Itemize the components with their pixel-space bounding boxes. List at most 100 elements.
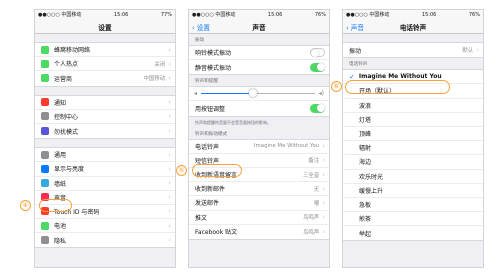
row-value: 嗖 <box>313 200 320 207</box>
settings-group-network: 蜂窝移动网络 › 个人热点 关闭 › 运营商 中国移动 › <box>35 42 175 87</box>
chevron-right-icon: › <box>168 98 171 107</box>
battery-text: 77% <box>160 11 172 18</box>
chevron-right-icon: › <box>168 236 171 245</box>
page-title: 电话铃声 <box>399 24 427 32</box>
ringtone-row-1[interactable]: 波浪 <box>343 99 483 113</box>
tone-row-5[interactable]: 推文 鸟鸣声 › <box>189 211 329 225</box>
ringtone-row-9[interactable]: 煎茶 <box>343 212 483 227</box>
ringtone-row-10[interactable]: 举起 <box>343 226 483 240</box>
status-bar: ●●○○○ 中国移动 15:06 76% <box>343 10 483 19</box>
speaker-high-icon: ◂) <box>318 90 324 98</box>
tones-group: 电话铃声 Imagine Me Without You › 短信铃声 备注 › 收到新语音留… <box>189 138 329 240</box>
row-label: 通知 <box>54 99 67 107</box>
chevron-right-icon: › <box>168 59 171 68</box>
row-label: 急板 <box>359 201 372 209</box>
carrier-text: ●●○○○ 中国移动 <box>38 12 82 18</box>
row-label: 推文 <box>195 214 208 222</box>
tone-row-3[interactable]: 收到新邮件 无 › <box>189 182 329 197</box>
settings-item-control-center[interactable]: 控制中心 › <box>35 110 175 124</box>
settings-item-carrier[interactable]: 运营商 中国移动 › <box>35 71 175 85</box>
chevron-right-icon: › <box>322 213 325 222</box>
row-label: 运营商 <box>54 75 73 83</box>
settings-item-wallpaper[interactable]: 墙纸 › <box>35 177 175 191</box>
settings-item-cellular[interactable]: 蜂窝移动网络 › <box>35 43 175 58</box>
tone-row-0[interactable]: 电话铃声 Imagine Me Without You › <box>189 140 329 154</box>
row-label: 顶峰 <box>359 131 372 139</box>
row-label: 通用 <box>54 152 67 160</box>
chevron-right-icon: › <box>168 112 171 121</box>
ringtone-row-5[interactable]: 海边 <box>343 155 483 170</box>
settings-item-hotspot[interactable]: 个人热点 关闭 › <box>35 57 175 72</box>
clock-text: 15:06 <box>421 11 437 18</box>
general-icon <box>41 150 49 159</box>
row-value: 鸟鸣声 <box>303 215 320 222</box>
chevron-right-icon: › <box>322 227 325 236</box>
settings-item-general[interactable]: 通用 › <box>35 148 175 163</box>
section-header-vibrate: 振动 <box>195 38 205 43</box>
row-value: 三全音 <box>303 172 320 179</box>
vibration-row[interactable]: 振动 默认 › <box>343 43 483 57</box>
step-5-badge: ⑤ <box>176 165 187 176</box>
row-label: 收到新邮件 <box>195 186 226 194</box>
chevron-right-icon: › <box>322 198 325 207</box>
volume-knob[interactable] <box>248 89 257 98</box>
row-label: 欢乐时光 <box>359 173 384 181</box>
ringtone-screen: ●●○○○ 中国移动 15:06 76% ‹ 声音 电话铃声 振动 默认 › 电… <box>342 9 484 268</box>
step-6-badge: ⑥ <box>331 81 342 92</box>
volume-slider[interactable]: ◂ ◂) <box>189 87 329 102</box>
row-label: 静音模式振动 <box>195 64 232 72</box>
settings-item-privacy[interactable]: 隐私 › <box>35 233 175 247</box>
carrier-text: ●●○○○ 中国移动 <box>346 12 390 18</box>
row-value: 鸟鸣声 <box>303 229 320 236</box>
settings-item-display[interactable]: 显示与亮度 › <box>35 162 175 177</box>
tone-row-4[interactable]: 发送邮件 嗖 › <box>189 196 329 211</box>
row-label: 电池 <box>54 223 67 231</box>
chevron-right-icon: › <box>168 164 171 173</box>
clock-text: 15:06 <box>113 11 129 18</box>
ringtone-row-7[interactable]: 缓慢上升 <box>343 184 483 198</box>
settings-screen: ●●○○○ 中国移动 15:06 77% 设置 蜂窝移动网络 › 个人热点 关闭 › 运营… <box>34 9 176 268</box>
row-label: 电话铃声 <box>195 143 220 151</box>
settings-item-battery[interactable]: 电池 › <box>35 219 175 234</box>
ringtone-highlight-outline <box>192 164 242 177</box>
ring-vibrate-toggle[interactable] <box>310 48 325 58</box>
row-label: 隐私 <box>54 237 67 245</box>
ringtone-row-6[interactable]: 欢乐时光 <box>343 170 483 184</box>
adjust-with-buttons-toggle[interactable] <box>310 103 325 113</box>
row-label: 墙纸 <box>54 180 67 188</box>
chevron-right-icon: › <box>168 74 171 83</box>
row-label: 振动 <box>349 47 362 55</box>
row-label: 蜂窝移动网络 <box>54 47 91 55</box>
row-label: 声音 <box>54 194 67 202</box>
row-label: 响铃模式振动 <box>195 50 232 58</box>
ringtone-row-4[interactable]: 辐射 <box>343 141 483 156</box>
chevron-right-icon: › <box>168 193 171 202</box>
row-label: 缓慢上升 <box>359 187 384 195</box>
chevron-right-icon: › <box>168 127 171 136</box>
ringtone-row-2[interactable]: 灯塔 <box>343 113 483 127</box>
battery-text: 76% <box>314 11 326 18</box>
tone-row-6[interactable]: Facebook 贴文 鸟鸣声 › <box>189 225 329 239</box>
clock-text: 15:06 <box>267 11 283 18</box>
carrier-icon <box>41 74 49 83</box>
step-4-badge: ④ <box>20 200 31 211</box>
page-title: 设置 <box>98 24 112 32</box>
row-label: 举起 <box>359 230 372 238</box>
do-not-disturb-icon <box>41 127 49 136</box>
settings-item-do-not-disturb[interactable]: 勿扰模式 › <box>35 124 175 138</box>
status-bar: ●●○○○ 中国移动 15:06 77% <box>35 10 175 19</box>
cellular-icon <box>41 45 49 54</box>
silent-vibrate-row: 静音模式振动 <box>189 60 329 74</box>
chevron-right-icon: › <box>322 184 325 193</box>
silent-vibrate-toggle[interactable] <box>310 62 325 72</box>
settings-item-notifications[interactable]: 通知 › <box>35 96 175 110</box>
ring-vibrate-row: 响铃模式振动 <box>189 46 329 61</box>
ringtone-row-8[interactable]: 急板 <box>343 198 483 213</box>
row-value: 默认 <box>462 48 474 55</box>
battery-text: 76% <box>468 11 480 18</box>
row-label: Facebook 贴文 <box>195 229 238 237</box>
sounds-highlight-outline <box>39 199 72 212</box>
volume-track <box>201 89 315 98</box>
ringtone-row-3[interactable]: 顶峰 <box>343 127 483 142</box>
settings-group-general: 通用 › 显示与亮度 › 墙纸 › 声音 › Touch ID 与密码 › 电池 › 隐私 › <box>35 147 175 249</box>
